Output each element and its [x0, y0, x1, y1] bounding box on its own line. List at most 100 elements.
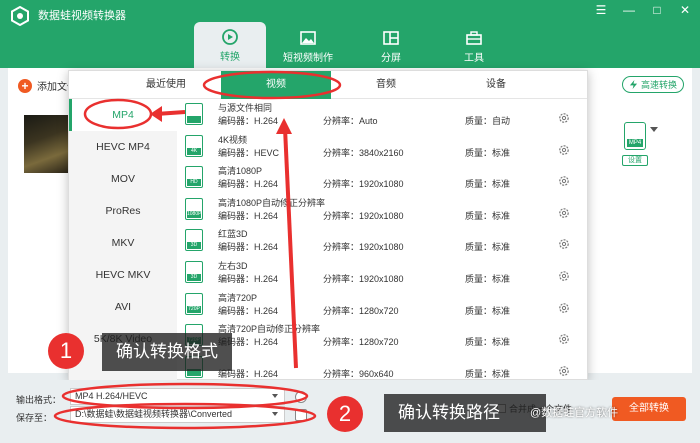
preset-row[interactable]: 编码器：H.264 分辨率：960x640 质量：标准 [177, 352, 587, 381]
video-format-icon: 3D [185, 260, 203, 283]
close-icon[interactable]: ✕ [678, 3, 692, 17]
preset-icon-label: 1080P [187, 210, 202, 218]
format-item-hevc-mkv[interactable]: HEVC MKV [69, 259, 177, 291]
output-format-icon-label: MP4 [627, 139, 643, 147]
tab-convert[interactable]: 转换 [194, 22, 266, 68]
output-format-value: MP4 H.264/HEVC [75, 391, 148, 401]
gear-icon[interactable] [558, 365, 570, 377]
tab-recent[interactable]: 最近使用 [111, 71, 221, 99]
preset-name: 高清720P自动修正分辨率 [218, 324, 321, 335]
toolbox-icon [466, 31, 482, 45]
gear-icon[interactable] [558, 270, 570, 282]
gear-icon[interactable] [558, 302, 570, 314]
tab-split-screen[interactable]: 分屏 [355, 26, 427, 66]
preset-quality: 质量：标准 [465, 337, 511, 348]
preset-name: 高清720P [218, 292, 258, 303]
chevron-down-icon[interactable] [650, 127, 658, 132]
gear-icon[interactable] [558, 144, 570, 156]
preset-resolution: 分辨率：1280x720 [323, 305, 399, 316]
preset-codec: 编码器：H.264 [218, 179, 279, 190]
preset-row[interactable]: 720P 高清720P 编码器：H.264 分辨率：1280x720 质量：标准 [177, 289, 587, 321]
format-item-mp4[interactable]: MP4 [69, 99, 177, 131]
tab-short-video[interactable]: 短视频制作 [272, 26, 344, 66]
preset-codec: 编码器：H.264 [218, 242, 279, 253]
gear-icon[interactable] [558, 207, 570, 219]
preset-icon-label: 4K [187, 147, 201, 155]
title-bar: 数据蛙视频转换器 ☰ — □ ✕ 转换 短视频制作 分屏 工具 [0, 0, 700, 68]
preset-resolution: 分辨率：3840x2160 [323, 147, 404, 158]
preset-quality: 质量：标准 [465, 368, 511, 379]
step-1-badge: 1 [48, 333, 84, 369]
preset-row[interactable]: 与源文件相同 编码器：H.264 分辨率：Auto 质量：自动 [177, 99, 587, 131]
preset-resolution: 分辨率：1920x1080 [323, 273, 404, 284]
preset-row[interactable]: 3D 左右3D 编码器：H.264 分辨率：1920x1080 质量：标准 [177, 257, 587, 289]
gear-icon[interactable] [558, 333, 570, 345]
plus-icon: + [18, 78, 32, 93]
gear-icon[interactable] [558, 238, 570, 250]
preset-resolution: 分辨率：1920x1080 [323, 210, 404, 221]
preset-codec: 编码器：H.264 [218, 273, 279, 284]
tab-audio[interactable]: 音频 [331, 71, 441, 99]
preset-resolution: 分辨率：1280x720 [323, 337, 399, 348]
step-2-badge: 2 [327, 396, 363, 432]
video-format-icon: HD [185, 166, 203, 189]
preset-row[interactable]: 1080P 高清1080P自动修正分辨率 编码器：H.264 分辨率：1920x108… [177, 194, 587, 226]
preset-name: 4K视频 [218, 134, 248, 145]
preset-row[interactable]: 4K 4K视频 编码器：HEVC 分辨率：3840x2160 质量：标准 [177, 131, 587, 163]
save-to-label: 保存至： [16, 413, 53, 423]
preset-row[interactable]: 720P高清720P自动修正分辨率编码器：H.264分辨率：1280x720质量… [177, 320, 587, 352]
preset-row[interactable]: HD 高清1080P 编码器：H.264 分辨率：1920x1080 质量：标准 [177, 162, 587, 194]
tab-tools-label: 工具 [464, 53, 484, 64]
format-item-hevc-mp4[interactable]: HEVC MP4 [69, 131, 177, 163]
app-title: 数据蛙视频转换器 [38, 10, 126, 22]
maximize-icon[interactable]: □ [650, 3, 664, 17]
video-format-icon: 3D [185, 229, 203, 252]
preset-quality: 质量：标准 [465, 242, 511, 253]
preset-name: 高清1080P自动修正分辨率 [218, 197, 326, 208]
preset-resolution: 分辨率：Auto [323, 116, 378, 126]
high-speed-convert-button[interactable]: 高速转换 [622, 76, 684, 93]
preset-quality: 质量：标准 [465, 273, 511, 284]
format-category-tabs: 最近使用 视频 音频 设备 [69, 71, 587, 99]
save-path-value: D:\数据蛙\数据蛙视频转换器\Converted [75, 409, 233, 419]
preset-icon-label [187, 116, 201, 123]
output-format-icon[interactable]: MP4 [624, 122, 646, 150]
format-item-mkv[interactable]: MKV [69, 227, 177, 259]
gear-icon[interactable] [558, 175, 570, 187]
format-item-prores[interactable]: ProRes [69, 195, 177, 227]
folder-icon[interactable] [295, 409, 307, 421]
preset-icon-label: 720P [187, 305, 201, 313]
tab-video[interactable]: 视频 [221, 71, 331, 99]
format-item-mov[interactable]: MOV [69, 163, 177, 195]
preset-quality: 质量：标准 [465, 210, 511, 221]
preset-icon-label: HD [187, 179, 201, 187]
preset-name: 左右3D [218, 260, 248, 271]
step-2-callout: 确认转换路径 [384, 394, 546, 432]
menu-icon[interactable]: ☰ [594, 3, 608, 17]
split-screen-icon [383, 31, 399, 45]
preset-quality: 质量：自动 [465, 116, 511, 126]
convert-all-button[interactable]: 全部转换 [612, 397, 686, 421]
video-thumbnail[interactable] [24, 115, 69, 173]
minimize-icon[interactable]: — [622, 3, 636, 17]
save-path-select[interactable]: D:\数据蛙\数据蛙视频转换器\Converted [70, 406, 285, 423]
video-format-icon [185, 103, 203, 125]
high-speed-convert-label: 高速转换 [640, 80, 677, 90]
step-1-callout: 确认转换格式 [102, 333, 232, 371]
preset-codec: 编码器：H.264 [218, 210, 279, 221]
settings-button[interactable]: 设置 [622, 155, 648, 166]
gear-icon[interactable] [558, 112, 570, 124]
preset-quality: 质量：标准 [465, 305, 511, 316]
preset-row[interactable]: 3D 红蓝3D 编码器：H.264 分辨率：1920x1080 质量：标准 [177, 225, 587, 257]
format-item-avi[interactable]: AVI [69, 291, 177, 323]
preset-quality: 质量：标准 [465, 147, 511, 158]
output-format-select[interactable]: MP4 H.264/HEVC [70, 388, 285, 405]
tab-device[interactable]: 设备 [441, 71, 551, 99]
preset-icon-label: 3D [187, 242, 201, 250]
window-controls: ☰ — □ ✕ [594, 3, 692, 17]
format-settings-icon[interactable] [295, 391, 307, 403]
tab-tools[interactable]: 工具 [438, 26, 510, 66]
chevron-down-icon [272, 394, 278, 398]
video-format-icon: 4K [185, 134, 203, 157]
tab-split-screen-label: 分屏 [381, 53, 401, 64]
